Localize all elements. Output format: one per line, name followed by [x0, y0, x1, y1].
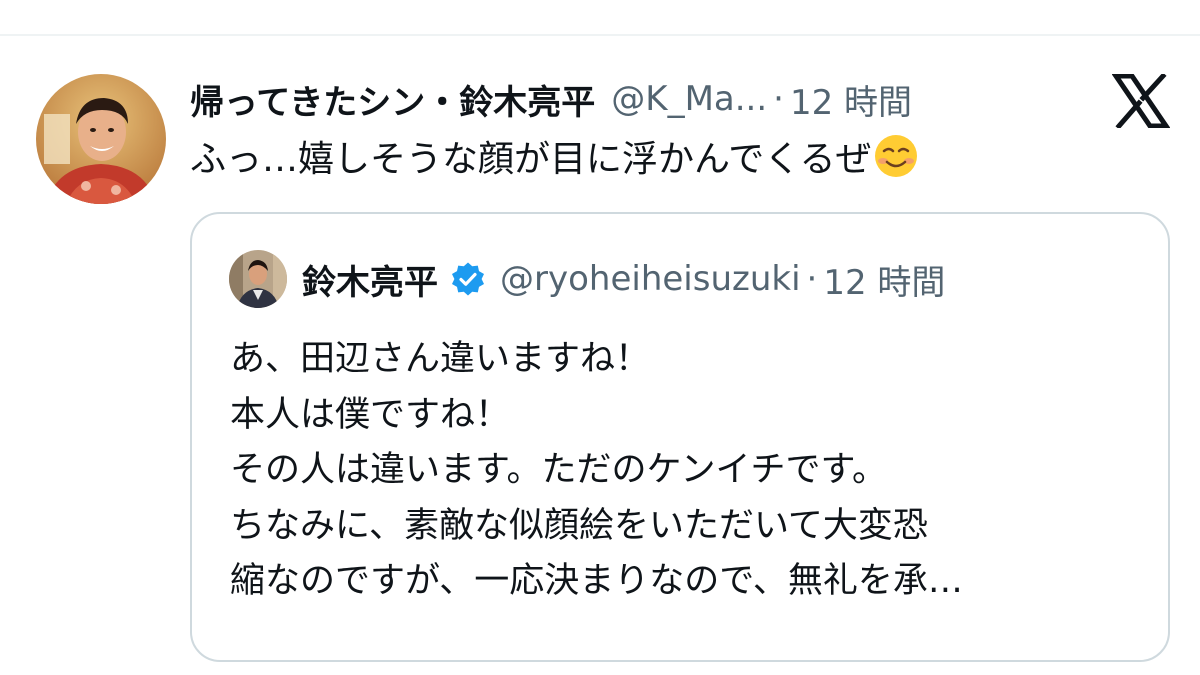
smiling-face-emoji-icon: [875, 135, 918, 177]
quoted-text-line: その人は違います。ただのケンイチです。: [230, 450, 887, 490]
quoted-timestamp[interactable]: 12 時間: [823, 255, 945, 304]
quoted-text-line: あ、田辺さん違いますね！: [230, 339, 651, 379]
quoted-text: あ、田辺さん違いますね！ 本人は僕ですね！ その人は違います。ただのケンイチです…: [230, 332, 1150, 610]
quoted-post[interactable]: 鈴木亮平 @ryoheiheisuzuki · 12 時間 あ、田辺さん違います…: [190, 212, 1170, 662]
post-header: 帰ってきたシン・鈴木亮平 @K_Ma... · 12 時間: [190, 74, 912, 124]
post[interactable]: 帰ってきたシン・鈴木亮平 @K_Ma... · 12 時間 ふっ…嬉しそうな顔が…: [0, 36, 1200, 675]
quoted-text-line: ちなみに、素敵な似顔絵をいただいて大変恐: [230, 505, 928, 546]
quoted-separator: ·: [806, 259, 818, 299]
separator: ·: [773, 79, 784, 119]
quoted-header: 鈴木亮平 @ryoheiheisuzuki · 12 時間: [302, 254, 945, 304]
avatar[interactable]: [36, 74, 166, 204]
quoted-avatar-image: [229, 250, 287, 308]
quoted-text-line: 本人は僕ですね！: [230, 394, 511, 435]
quoted-user-handle[interactable]: @ryoheiheisuzuki: [500, 259, 801, 299]
user-handle[interactable]: @K_Ma...: [611, 79, 767, 119]
verified-badge-icon: [452, 262, 484, 296]
screen: 帰ってきたシン・鈴木亮平 @K_Ma... · 12 時間 ふっ…嬉しそうな顔が…: [0, 0, 1200, 675]
x-logo-icon[interactable]: [1112, 74, 1170, 128]
display-name[interactable]: 帰ってきたシン・鈴木亮平: [190, 75, 595, 124]
quoted-display-name[interactable]: 鈴木亮平: [302, 255, 438, 304]
avatar-image: [36, 74, 166, 204]
quoted-text-line: 縮なのですが、一応決まりなので、無礼を承…: [230, 561, 963, 601]
post-text-content: ふっ…嬉しそうな顔が目に浮かんでくるぜ: [190, 139, 872, 180]
post-text: ふっ…嬉しそうな顔が目に浮かんでくるぜ: [190, 131, 919, 181]
timestamp[interactable]: 12 時間: [790, 75, 912, 124]
quoted-avatar[interactable]: [229, 250, 287, 308]
